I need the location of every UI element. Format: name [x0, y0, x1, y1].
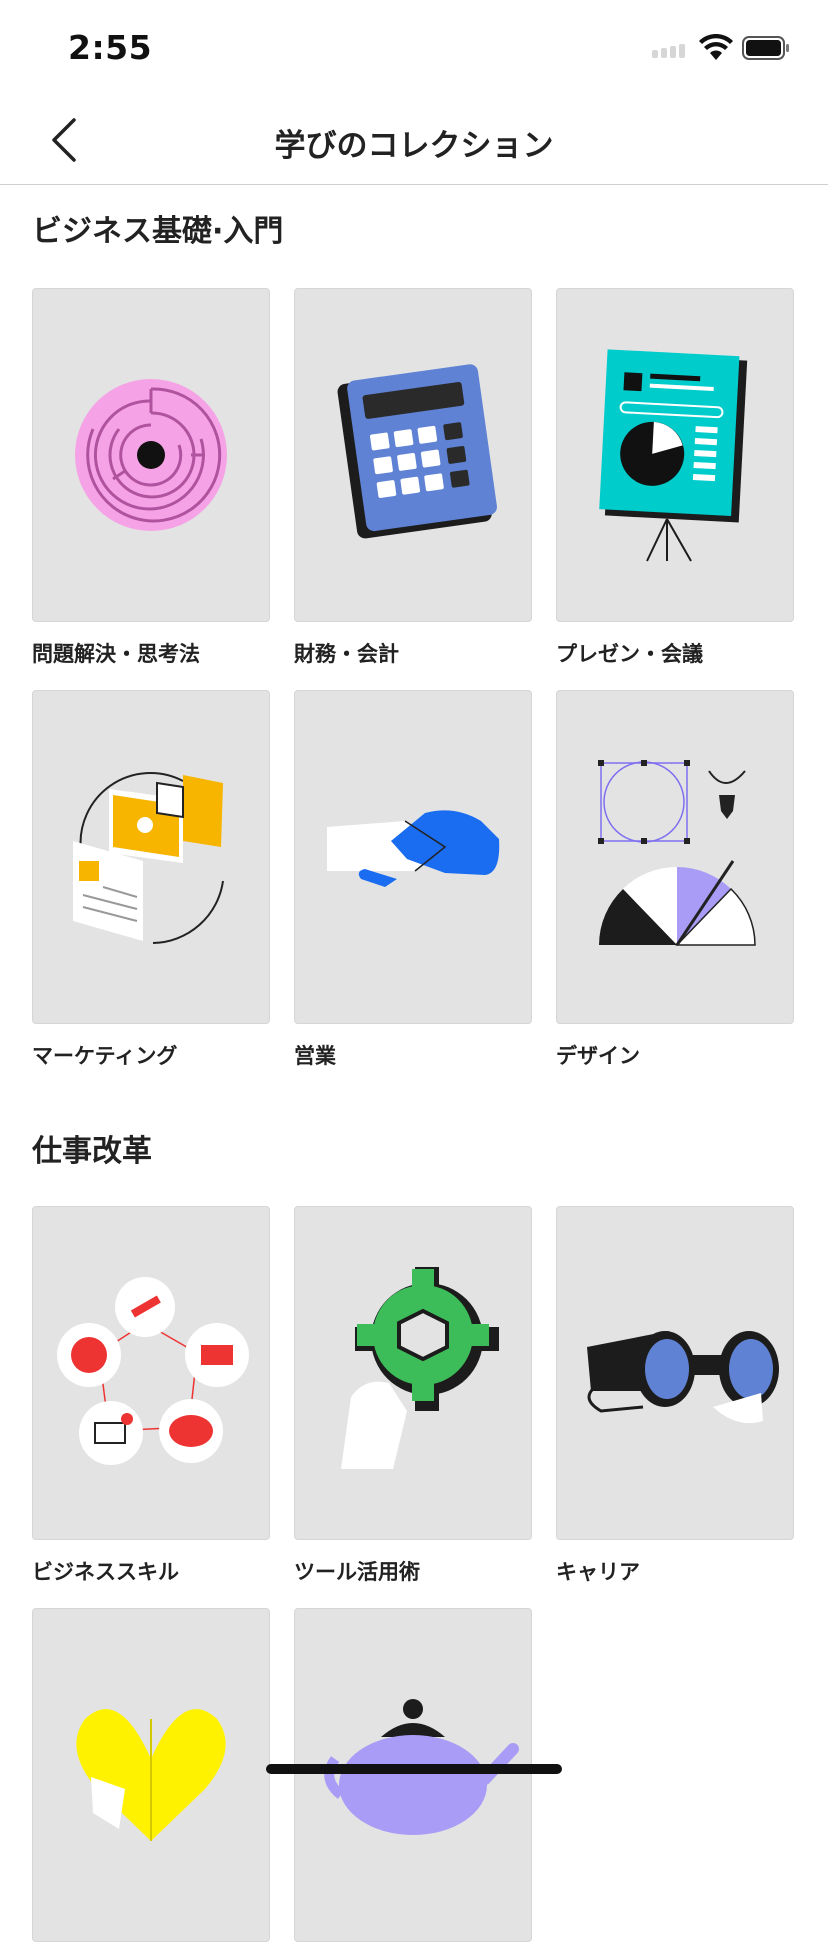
puzzle-heart-icon	[76, 1709, 226, 1841]
collection-card-design[interactable]: デザイン	[556, 690, 794, 1070]
collection-card-business-skills[interactable]: ビジネススキル	[32, 1206, 270, 1586]
collection-card-puzzle[interactable]	[32, 1608, 270, 1942]
card-thumbnail	[556, 288, 794, 622]
card-thumbnail	[294, 288, 532, 622]
home-indicator[interactable]	[266, 1764, 562, 1774]
card-thumbnail	[32, 1608, 270, 1942]
wifi-icon	[699, 34, 733, 60]
collection-card-problem-solving[interactable]: 問題解決・思考法	[32, 288, 270, 668]
card-label: キャリア	[556, 1560, 640, 1584]
collection-card-teapot[interactable]	[294, 1608, 532, 1942]
handshake-icon	[327, 810, 500, 887]
maze-icon	[75, 379, 227, 531]
card-thumbnail	[556, 1206, 794, 1540]
card-thumbnail	[556, 690, 794, 1024]
battery-icon	[742, 36, 789, 60]
card-thumbnail	[32, 1206, 270, 1540]
card-thumbnail	[294, 1206, 532, 1540]
marketing-screens-icon	[73, 772, 224, 944]
page-title: 学びのコレクション	[274, 128, 554, 164]
card-label: 問題解決・思考法	[32, 642, 200, 666]
card-label: マーケティング	[32, 1044, 178, 1068]
card-thumbnail	[294, 690, 532, 1024]
section-title: 仕事改革	[32, 1134, 152, 1169]
card-label: ビジネススキル	[32, 1560, 179, 1584]
card-label: 財務・会計	[294, 642, 399, 666]
card-label: プレゼン・会議	[556, 642, 703, 666]
card-thumbnail	[32, 288, 270, 622]
design-tools-icon	[598, 760, 756, 946]
collection-card-tools[interactable]: ツール活用術	[294, 1206, 532, 1586]
collection-card-career[interactable]: キャリア	[556, 1206, 794, 1586]
navigation-bar: 学びのコレクション	[0, 96, 828, 185]
status-time: 2:55	[68, 28, 153, 67]
collection-card-marketing[interactable]: マーケティング	[32, 690, 270, 1070]
presentation-board-icon	[599, 349, 748, 562]
card-thumbnail	[294, 1608, 532, 1942]
collection-card-finance[interactable]: 財務・会計	[294, 288, 532, 668]
binoculars-icon	[587, 1331, 779, 1424]
section-title: ビジネス基礎·入門	[32, 214, 284, 249]
card-label: 営業	[294, 1044, 336, 1068]
card-label: デザイン	[556, 1044, 640, 1068]
signal-icon	[652, 44, 685, 58]
card-thumbnail	[32, 690, 270, 1024]
gear-hand-icon	[341, 1267, 499, 1469]
collection-card-sales[interactable]: 営業	[294, 690, 532, 1070]
calculator-icon	[337, 364, 497, 539]
collection-card-presentation[interactable]: プレゼン・会議	[556, 288, 794, 668]
skill-network-icon	[57, 1277, 249, 1465]
card-label: ツール活用術	[294, 1560, 420, 1584]
status-bar: 2:55	[0, 0, 828, 96]
teapot-icon	[324, 1699, 519, 1835]
